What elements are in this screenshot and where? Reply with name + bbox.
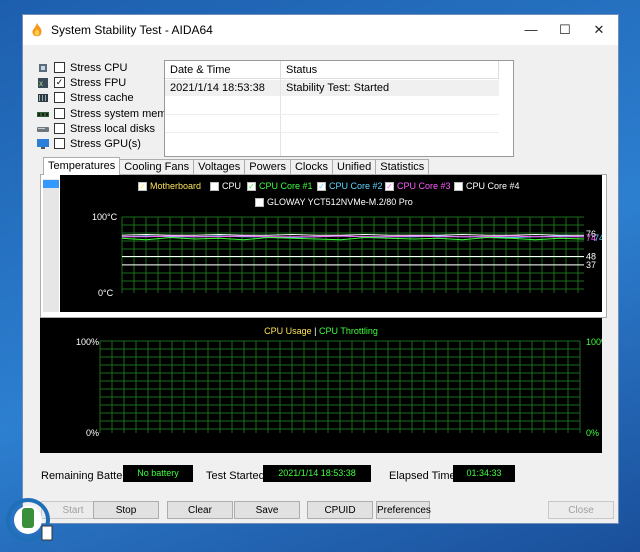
stress-cache-option[interactable]: Stress cache (37, 90, 134, 105)
value-label: 37 (586, 260, 596, 270)
window-title: System Stability Test - AIDA64 (51, 23, 213, 37)
legend-checkbox[interactable]: ✓ (138, 181, 147, 191)
legend-cpu-core-3[interactable]: ✓ CPU Core #3 (385, 181, 451, 191)
legend-checkbox[interactable]: ✓ (385, 181, 394, 191)
series-line-2 (122, 235, 584, 238)
svg-text:x: x (39, 79, 43, 88)
sensor-list-selected[interactable] (43, 180, 59, 188)
fpu-icon: x (38, 77, 48, 88)
legend-checkbox[interactable]: ✓ (247, 181, 256, 191)
stress-fpu-label: Stress FPU (70, 76, 127, 89)
legend-label: CPU Core #2 (329, 181, 383, 191)
y-tick-label-min: 0°C (98, 288, 114, 298)
legend-checkbox[interactable]: ✓ (454, 181, 463, 191)
close-window-button[interactable]: ✕ (582, 15, 616, 45)
close-button[interactable]: Close (548, 501, 614, 519)
memory-icon (37, 111, 49, 117)
log-cell-datetime[interactable]: 2021/1/14 18:53:38 (165, 80, 281, 96)
legend-cpu[interactable]: ✓ CPU (210, 181, 241, 191)
stress-disks-option[interactable]: Stress local disks (37, 121, 155, 136)
legend-cpu-core-2[interactable]: ✓ CPU Core #2 (317, 181, 383, 191)
legend-checkbox[interactable]: ✓ (255, 197, 264, 207)
stress-disks-checkbox[interactable] (54, 123, 65, 134)
y-tick-label-max: 100°C (92, 212, 118, 222)
title-bar[interactable]: System Stability Test - AIDA64 — ☐ ✕ (23, 15, 618, 45)
cpu-usage-label: CPU Usage (264, 326, 312, 336)
stop-button[interactable]: Stop (93, 501, 159, 519)
cpu-icon (39, 63, 47, 72)
test-started-value: 2021/1/14 18:53:38 (263, 465, 371, 482)
legend-label: Motherboard (150, 181, 202, 191)
legend-checkbox[interactable]: ✓ (317, 181, 326, 191)
stress-fpu-option[interactable]: x ✓ Stress FPU (37, 75, 126, 90)
legend-checkbox[interactable]: ✓ (210, 181, 219, 191)
y-tick-label-min-right: 0% (586, 428, 599, 438)
legend-label: CPU Core #4 (466, 181, 520, 191)
legend-label: CPU Core #3 (397, 181, 451, 191)
stability-test-window: System Stability Test - AIDA64 — ☐ ✕ Str… (22, 14, 619, 524)
clear-button[interactable]: Clear (167, 501, 233, 519)
cpu-usage-graph: 100% 0% 100% 0% CPU Usage | CPU Throttling (40, 318, 609, 453)
test-started-label: Test Started: (206, 470, 268, 482)
stress-cpu-option[interactable]: Stress CPU (37, 60, 127, 75)
y-tick-label-min-left: 0% (86, 428, 99, 438)
cpuid-button[interactable]: CPUID (307, 501, 373, 519)
battery-value: No battery (123, 465, 193, 482)
temperature-graph: 100°C 0°C 76 74 74 48 37 ✓ Motherboard ✓ CPU ✓ CP… (60, 175, 604, 312)
tab-unified[interactable]: Unified (332, 159, 377, 175)
tab-temperatures[interactable]: Temperatures (43, 157, 121, 175)
battery-label: Remaining Battery: (41, 470, 135, 482)
disk-icon (37, 126, 49, 132)
log-cell-status[interactable]: Stability Test: Started (281, 80, 499, 96)
legend-motherboard[interactable]: ✓ Motherboard (138, 181, 201, 191)
legend-cpu-core-4[interactable]: ✓ CPU Core #4 (454, 181, 520, 191)
stress-cpu-label: Stress CPU (70, 61, 128, 74)
stress-memory-checkbox[interactable] (54, 108, 65, 119)
column-header-datetime[interactable]: Date & Time (165, 61, 281, 79)
y-tick-label-max-right: 100% (586, 337, 602, 347)
legend-cpu-core-1[interactable]: ✓ CPU Core #1 (247, 181, 313, 191)
stress-cpu-checkbox[interactable] (54, 62, 65, 73)
legend-label: GLOWAY YCT512NVMe-M.2/80 Pro (267, 197, 413, 207)
flame-icon (32, 23, 42, 37)
legend-ssd[interactable]: ✓ GLOWAY YCT512NVMe-M.2/80 Pro (255, 197, 413, 207)
stress-fpu-checkbox[interactable]: ✓ (54, 77, 65, 88)
preferences-button[interactable]: Preferences (376, 501, 431, 519)
stress-gpu-option[interactable]: Stress GPU(s) (37, 136, 141, 151)
series-line-0 (121, 233, 584, 236)
sensor-tabs: Temperatures Cooling Fans Voltages Power… (43, 157, 430, 175)
maximize-button[interactable]: ☐ (548, 15, 582, 45)
tab-statistics[interactable]: Statistics (375, 159, 430, 175)
usage-title: CPU Usage | CPU Throttling (40, 326, 602, 336)
tab-voltages[interactable]: Voltages (193, 159, 246, 175)
cpu-usage-chart-svg: 100% 0% 100% 0% (76, 337, 609, 438)
sensor-list[interactable] (43, 179, 59, 312)
stress-cache-checkbox[interactable] (54, 92, 65, 103)
cpu-throttling-label: CPU Throttling (319, 326, 378, 336)
value-label: 74 (586, 233, 596, 243)
save-button[interactable]: Save (234, 501, 300, 519)
column-header-status[interactable]: Status (281, 61, 499, 79)
temperature-chart-svg: 100°C0°C7674744837 (92, 212, 604, 298)
tab-powers[interactable]: Powers (244, 159, 291, 175)
legend-label: CPU Core #1 (259, 181, 313, 191)
y-tick-label-max-left: 100% (76, 337, 99, 347)
test-log-table[interactable]: Date & Time Status 2021/1/14 18:53:38 St… (164, 60, 514, 157)
stress-gpu-label: Stress GPU(s) (70, 137, 141, 150)
stress-gpu-checkbox[interactable] (54, 138, 65, 149)
stress-memory-option[interactable]: Stress system memory (37, 106, 182, 121)
gpu-icon (37, 138, 49, 149)
stress-disks-label: Stress local disks (70, 122, 155, 135)
watermark-logo-icon (6, 498, 53, 542)
legend-label: CPU (222, 181, 242, 191)
tab-cooling-fans[interactable]: Cooling Fans (119, 159, 195, 175)
minimize-button[interactable]: — (514, 15, 548, 45)
cache-icon (38, 93, 48, 102)
tab-clocks[interactable]: Clocks (289, 159, 333, 175)
elapsed-time-value: 01:34:33 (453, 465, 515, 482)
stress-cache-label: Stress cache (70, 91, 134, 104)
elapsed-time-label: Elapsed Time: (389, 470, 459, 482)
